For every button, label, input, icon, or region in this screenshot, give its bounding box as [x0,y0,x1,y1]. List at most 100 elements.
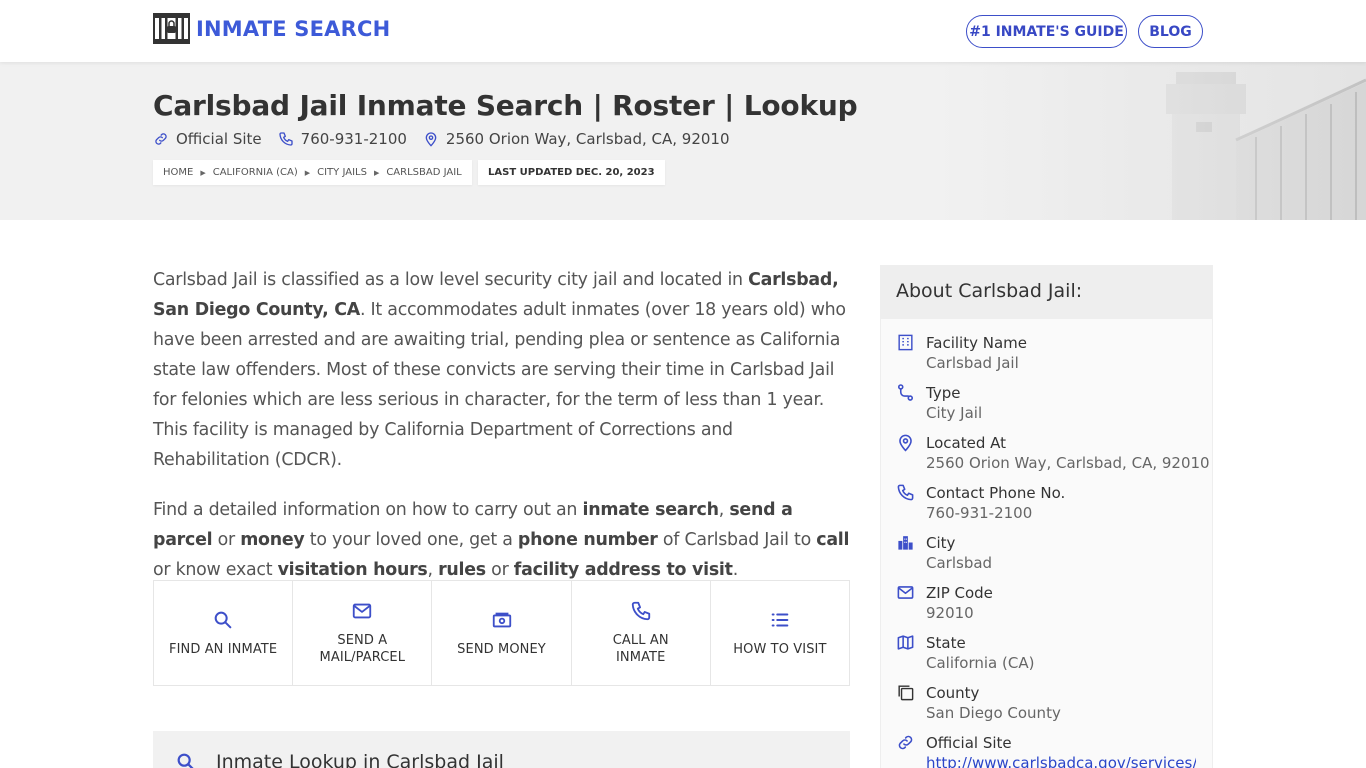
fact-label: Contact Phone No. [926,484,1066,502]
breadcrumb-separator-icon: ▶ [373,168,380,177]
intro-paragraph-2: Find a detailed information on how to ca… [153,495,853,585]
breadcrumb-city-jails[interactable]: CITY JAILS [317,167,367,178]
intro-paragraph-1: Carlsbad Jail is classified as a low lev… [153,265,853,475]
fact-value: Carlsbad [926,554,993,572]
official-site-label: Official Site [176,130,262,148]
emphasized-text: inmate search [582,500,719,520]
emphasized-text: call [816,530,850,550]
breadcrumb: HOME ▶ CALIFORNIA (CA) ▶ CITY JAILS ▶ CA… [153,160,472,185]
fact-label: Located At [926,434,1006,452]
location-pin-icon [425,132,437,147]
phone-link[interactable]: 760-931-2100 [926,503,1065,523]
fact-located-at: Located At 2560 Orion Way, Carlsbad, CA, … [896,433,1210,473]
phone-link[interactable]: 760-931-2100 [278,130,407,148]
paragraph-text: or [212,530,241,550]
link-icon [898,735,913,750]
paragraph-text: to your loved one, get a [304,530,518,550]
last-updated-badge: LAST UPDATED DEC. 20, 2023 [478,160,665,185]
emphasized-text: rules [438,560,486,580]
breadcrumb-separator-icon: ▶ [304,168,311,177]
hero-banner: Carlsbad Jail Inmate Search | Roster | L… [0,62,1366,220]
emphasized-text: facility address to visit [513,560,733,580]
breadcrumb-state[interactable]: CALIFORNIA (CA) [213,167,298,178]
route-icon [897,384,914,401]
prison-tower-image [936,62,1366,220]
map-icon [897,635,914,650]
fact-label: State [926,634,966,652]
site-logo[interactable]: INMATE SEARCH [153,13,390,44]
emphasized-text: money [240,530,305,550]
breadcrumb-separator-icon: ▶ [200,168,206,177]
money-icon [492,612,511,627]
facility-meta: Official Site 760-931-2100 2560 Orion Wa… [153,130,746,148]
panel-title: About Carlsbad Jail: [881,266,1212,319]
fact-label: Type [926,384,961,402]
official-site-url[interactable]: http://www.carlsbadca.gov/services/dep [926,753,1196,768]
fact-facility-name: Facility Name Carlsbad Jail [896,333,1027,373]
building-icon [898,334,913,351]
envelope-icon [897,586,914,599]
breadcrumb-current: CARLSBAD JAIL [386,167,462,178]
jail-logo-icon [153,13,190,44]
search-icon [214,611,232,628]
inmate-lookup-section: Inmate Lookup in Carlsbad Jail [153,731,850,768]
send-money-tile[interactable]: SEND MONEY [432,581,572,685]
paragraph-text: or [485,560,514,580]
emphasized-text: phone number [517,530,658,550]
tile-label: INMATE [616,650,666,665]
address-text: 2560 Orion Way, Carlsbad, CA, 92010 [445,130,730,148]
intro-text: Carlsbad Jail is classified as a low lev… [153,265,853,605]
list-icon [771,612,789,627]
logo-text: INMATE SEARCH [196,16,391,41]
find-inmate-tile[interactable]: FIND AN INMATE [154,581,294,685]
phone-icon [631,601,650,621]
call-inmate-tile[interactable]: CALL AN INMATE [572,581,711,685]
fact-value: 2560 Orion Way, Carlsbad, CA, 92010 [926,454,1210,472]
copy-icon [898,685,914,701]
lookup-title: Inmate Lookup in Carlsbad Jail [216,751,504,768]
fact-state: State California (CA) [896,633,1034,673]
fact-value: San Diego County [926,704,1061,722]
fact-city: City Carlsbad [896,533,992,573]
fact-label: Facility Name [926,334,1027,352]
paragraph-text: . It accommodates adult inmates (over 18… [153,300,846,470]
tile-label: MAIL/PARCEL [319,650,406,665]
fact-label: ZIP Code [926,584,993,602]
paragraph-text: , [718,500,730,520]
link-icon [155,133,167,145]
fact-contact-phone: Contact Phone No. 760-931-2100 [896,483,1065,523]
official-site-link[interactable]: Official Site [153,130,262,148]
mail-icon [353,603,372,619]
fact-label: Official Site [926,734,1012,752]
page-title: Carlsbad Jail Inmate Search | Roster | L… [153,89,858,122]
fact-value: 92010 [926,604,974,622]
search-icon [177,753,194,768]
blog-button[interactable]: BLOG [1138,15,1203,48]
action-tiles: FIND AN INMATE SEND A MAIL/PARCEL SEND M… [153,580,850,686]
city-icon [898,536,913,550]
tile-label: SEND MONEY [457,641,546,657]
fact-county: County San Diego County [896,683,1061,723]
fact-type: Type City Jail [896,383,982,423]
emphasized-text: visitation hours [277,560,428,580]
paragraph-text: Carlsbad Jail is classified as a low lev… [153,270,749,290]
paragraph-text: Find a detailed information on how to ca… [153,500,583,520]
breadcrumb-home[interactable]: HOME [163,167,193,178]
paragraph-text: , [427,560,439,580]
fact-value: City Jail [926,404,983,422]
phone-icon [897,484,914,501]
fact-value: California (CA) [926,654,1035,672]
fact-zip-code: ZIP Code 92010 [896,583,993,623]
tile-label: FIND AN INMATE [169,641,278,657]
about-facility-panel: About Carlsbad Jail: Facility Name Carlsb… [880,265,1213,768]
tile-label: CALL AN [612,633,669,648]
tile-label: HOW TO VISIT [733,641,827,657]
send-mail-tile[interactable]: SEND A MAIL/PARCEL [293,581,433,685]
fact-label: City [926,534,956,552]
inmates-guide-button[interactable]: #1 INMATE'S GUIDE [966,15,1127,48]
fact-value: Carlsbad Jail [926,354,1019,372]
fact-official-site: Official Site http://www.carlsbadca.gov/s… [896,733,1196,768]
tile-label: SEND A [337,633,388,648]
how-to-visit-tile[interactable]: HOW TO VISIT [711,581,849,685]
phone-number: 760-931-2100 [300,130,407,148]
